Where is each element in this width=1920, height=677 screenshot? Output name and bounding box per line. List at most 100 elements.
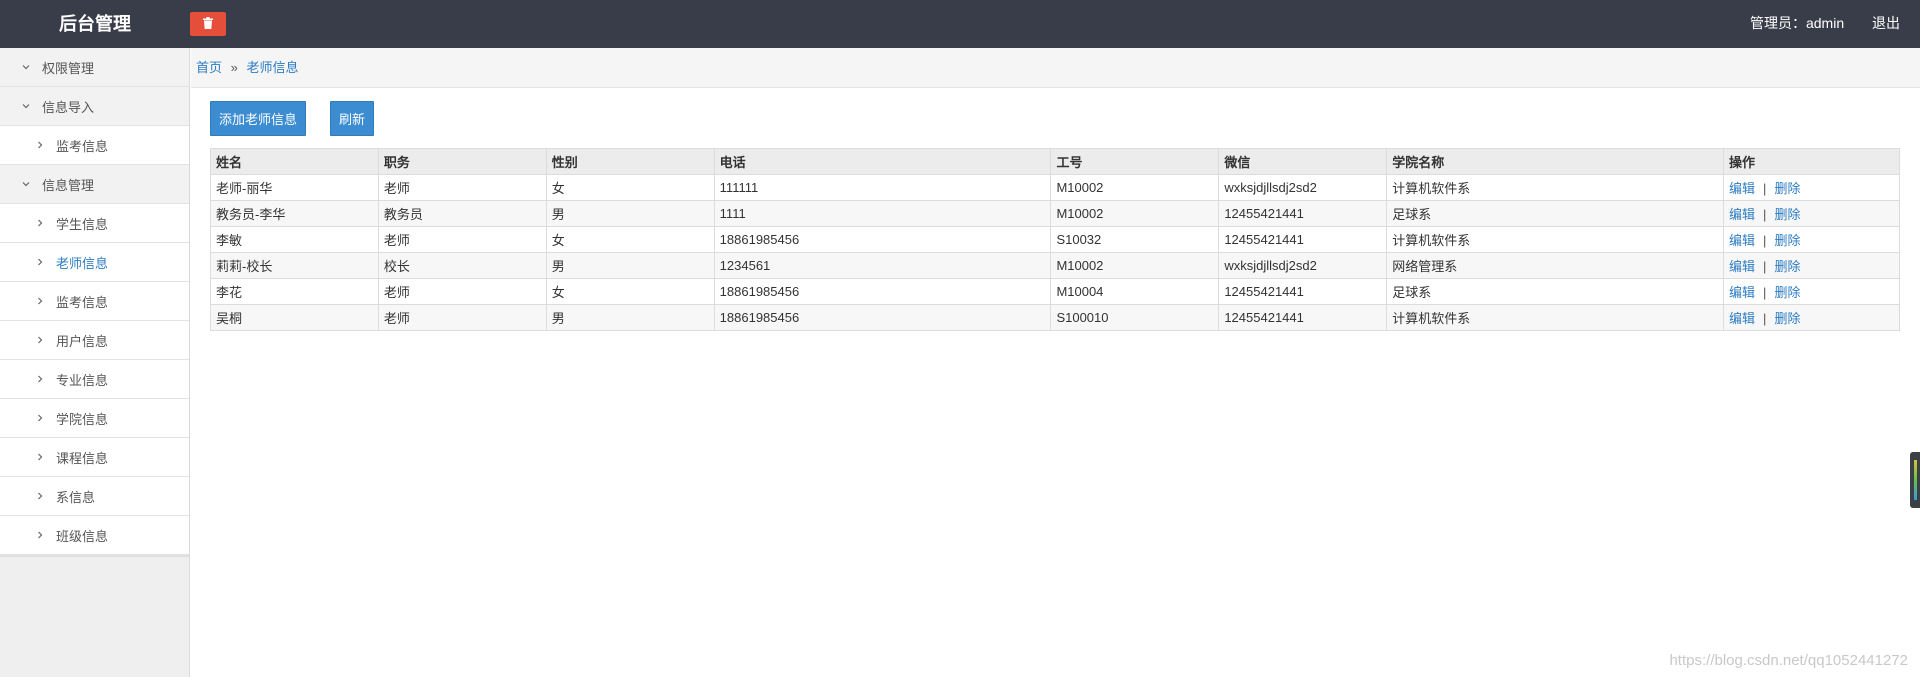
side-widget-bar bbox=[1913, 460, 1917, 500]
breadcrumb-separator: » bbox=[230, 60, 238, 75]
table-cell: S100010 bbox=[1050, 304, 1220, 331]
chevron-right-icon bbox=[34, 373, 46, 385]
table-cell: 计算机软件系 bbox=[1386, 304, 1725, 331]
breadcrumb-home-link[interactable]: 首页 bbox=[196, 60, 222, 75]
column-header: 操作 bbox=[1723, 148, 1900, 175]
table-cell: 18861985456 bbox=[713, 304, 1052, 331]
column-header: 性别 bbox=[545, 148, 715, 175]
actions-cell: 编辑 | 删除 bbox=[1723, 278, 1900, 305]
delete-link[interactable]: 删除 bbox=[1774, 285, 1800, 300]
breadcrumb-current[interactable]: 老师信息 bbox=[247, 60, 299, 75]
side-widget-handle[interactable] bbox=[1910, 452, 1920, 508]
table-cell: 12455421441 bbox=[1218, 226, 1388, 253]
delete-link[interactable]: 删除 bbox=[1774, 207, 1800, 222]
sidebar-item[interactable]: 监考信息 bbox=[0, 282, 189, 321]
table-cell: M10002 bbox=[1050, 174, 1220, 201]
table-row: 吴桐 老师男 18861985456 S100010 12455421441 计算机软件系… bbox=[210, 304, 1900, 331]
sidebar-group[interactable]: 信息管理 bbox=[0, 165, 189, 204]
table-cell: 12455421441 bbox=[1218, 304, 1388, 331]
table-cell: 12455421441 bbox=[1218, 278, 1388, 305]
table-cell: 男 bbox=[545, 200, 715, 227]
actions-cell: 编辑 | 删除 bbox=[1723, 304, 1900, 331]
trash-button[interactable] bbox=[190, 12, 226, 36]
sidebar-item-label: 学生信息 bbox=[56, 216, 109, 232]
actions-cell: 编辑 | 删除 bbox=[1723, 200, 1900, 227]
user-area: 管理员：admin 退出 bbox=[1750, 0, 1900, 48]
column-header: 电话 bbox=[713, 148, 1052, 175]
table-cell: 男 bbox=[545, 252, 715, 279]
edit-link[interactable]: 编辑 bbox=[1729, 181, 1755, 196]
actions-cell: 编辑 | 删除 bbox=[1723, 174, 1900, 201]
table-cell: wxksjdjllsdj2sd2 bbox=[1218, 174, 1388, 201]
sidebar-item-label: 用户信息 bbox=[56, 333, 109, 349]
sidebar-group[interactable]: 信息导入 bbox=[0, 87, 189, 126]
table-cell: 足球系 bbox=[1386, 200, 1725, 227]
delete-link[interactable]: 删除 bbox=[1774, 181, 1800, 196]
action-separator: | bbox=[1763, 311, 1767, 326]
sidebar-item[interactable]: 老师信息 bbox=[0, 243, 189, 282]
table-row: 老师-丽华 老师女 111111 M10002 wxksjdjllsdj2sd2 计算机软… bbox=[210, 174, 1900, 201]
chevron-right-icon bbox=[34, 334, 46, 346]
table-cell: 教务员 bbox=[377, 200, 547, 227]
delete-link[interactable]: 删除 bbox=[1774, 311, 1800, 326]
table-cell: 老师 bbox=[377, 226, 547, 253]
table-cell: 老师-丽华 bbox=[210, 174, 379, 201]
column-header: 工号 bbox=[1050, 148, 1220, 175]
delete-link[interactable]: 删除 bbox=[1774, 233, 1800, 248]
chevron-right-icon bbox=[34, 217, 46, 229]
sidebar-item-label: 权限管理 bbox=[42, 60, 95, 76]
sidebar-item-label: 课程信息 bbox=[56, 450, 109, 466]
table-row: 教务员-李华 教务员男 1111 M10002 12455421441 足球系 编辑 | 删除 bbox=[210, 200, 1900, 227]
sidebar-item[interactable]: 学院信息 bbox=[0, 399, 189, 438]
sidebar-item[interactable]: 学生信息 bbox=[0, 204, 189, 243]
app-title: 后台管理 bbox=[59, 14, 131, 34]
edit-link[interactable]: 编辑 bbox=[1729, 285, 1755, 300]
table-row: 李敏 老师女 18861985456 S10032 12455421441 计算机软件系编… bbox=[210, 226, 1900, 253]
table-cell: 1111 bbox=[713, 200, 1052, 227]
table-cell: 1234561 bbox=[713, 252, 1052, 279]
table-body: 老师-丽华 老师女 111111 M10002 wxksjdjllsdj2sd2 计算机软… bbox=[210, 174, 1900, 331]
table-cell: 足球系 bbox=[1386, 278, 1725, 305]
table-cell: 女 bbox=[545, 278, 715, 305]
column-header: 职务 bbox=[377, 148, 547, 175]
sidebar-item-label: 监考信息 bbox=[56, 138, 109, 154]
sidebar-item[interactable]: 监考信息 bbox=[0, 126, 189, 165]
chevron-right-icon bbox=[34, 139, 46, 151]
sidebar-item[interactable]: 系信息 bbox=[0, 477, 189, 516]
sidebar-item[interactable]: 班级信息 bbox=[0, 516, 189, 555]
refresh-button[interactable]: 刷新 bbox=[330, 101, 375, 136]
sidebar-item-label: 信息管理 bbox=[42, 177, 95, 193]
table-cell: 111111 bbox=[713, 174, 1052, 201]
table-row: 莉莉-校长 校长男 1234561 M10002 wxksjdjllsdj2sd2 网络管… bbox=[210, 252, 1900, 279]
logout-link[interactable]: 退出 bbox=[1872, 15, 1900, 31]
action-separator: | bbox=[1763, 181, 1767, 196]
sidebar-item[interactable]: 专业信息 bbox=[0, 360, 189, 399]
edit-link[interactable]: 编辑 bbox=[1729, 259, 1755, 274]
sidebar-item[interactable]: 课程信息 bbox=[0, 438, 189, 477]
table-cell: 计算机软件系 bbox=[1386, 174, 1725, 201]
table-row: 李花 老师女 18861985456 M10004 12455421441 足球系 编辑 | 删… bbox=[210, 278, 1900, 305]
table-header-row: 姓名 职务 性别 电话 工号 微信 学院名称 操作 bbox=[210, 148, 1900, 175]
action-separator: | bbox=[1763, 285, 1767, 300]
edit-link[interactable]: 编辑 bbox=[1729, 311, 1755, 326]
table-cell: 吴桐 bbox=[210, 304, 379, 331]
chevron-right-icon bbox=[34, 295, 46, 307]
edit-link[interactable]: 编辑 bbox=[1729, 207, 1755, 222]
sidebar-item[interactable]: 用户信息 bbox=[0, 321, 189, 360]
edit-link[interactable]: 编辑 bbox=[1729, 233, 1755, 248]
sidebar-menu: 权限管理 信息导入 监考信息 信息管理 学生信息 老师信息 监考信息 用户信息 专业信息 学院信息… bbox=[0, 48, 189, 557]
chevron-down-icon bbox=[20, 100, 32, 112]
breadcrumb: 首页 » 老师信息 bbox=[191, 48, 1920, 88]
chevron-right-icon bbox=[34, 412, 46, 424]
add-teacher-button[interactable]: 添加老师信息 bbox=[210, 101, 307, 136]
table-cell: 计算机软件系 bbox=[1386, 226, 1725, 253]
delete-link[interactable]: 删除 bbox=[1774, 259, 1800, 274]
sidebar-group[interactable]: 权限管理 bbox=[0, 48, 189, 87]
table-cell: M10002 bbox=[1050, 252, 1220, 279]
table-cell: M10004 bbox=[1050, 278, 1220, 305]
trash-icon bbox=[203, 16, 213, 32]
chevron-right-icon bbox=[34, 451, 46, 463]
sidebar-item-label: 学院信息 bbox=[56, 411, 109, 427]
column-header: 学院名称 bbox=[1386, 148, 1725, 175]
admin-label: 管理员：admin bbox=[1749, 15, 1845, 31]
